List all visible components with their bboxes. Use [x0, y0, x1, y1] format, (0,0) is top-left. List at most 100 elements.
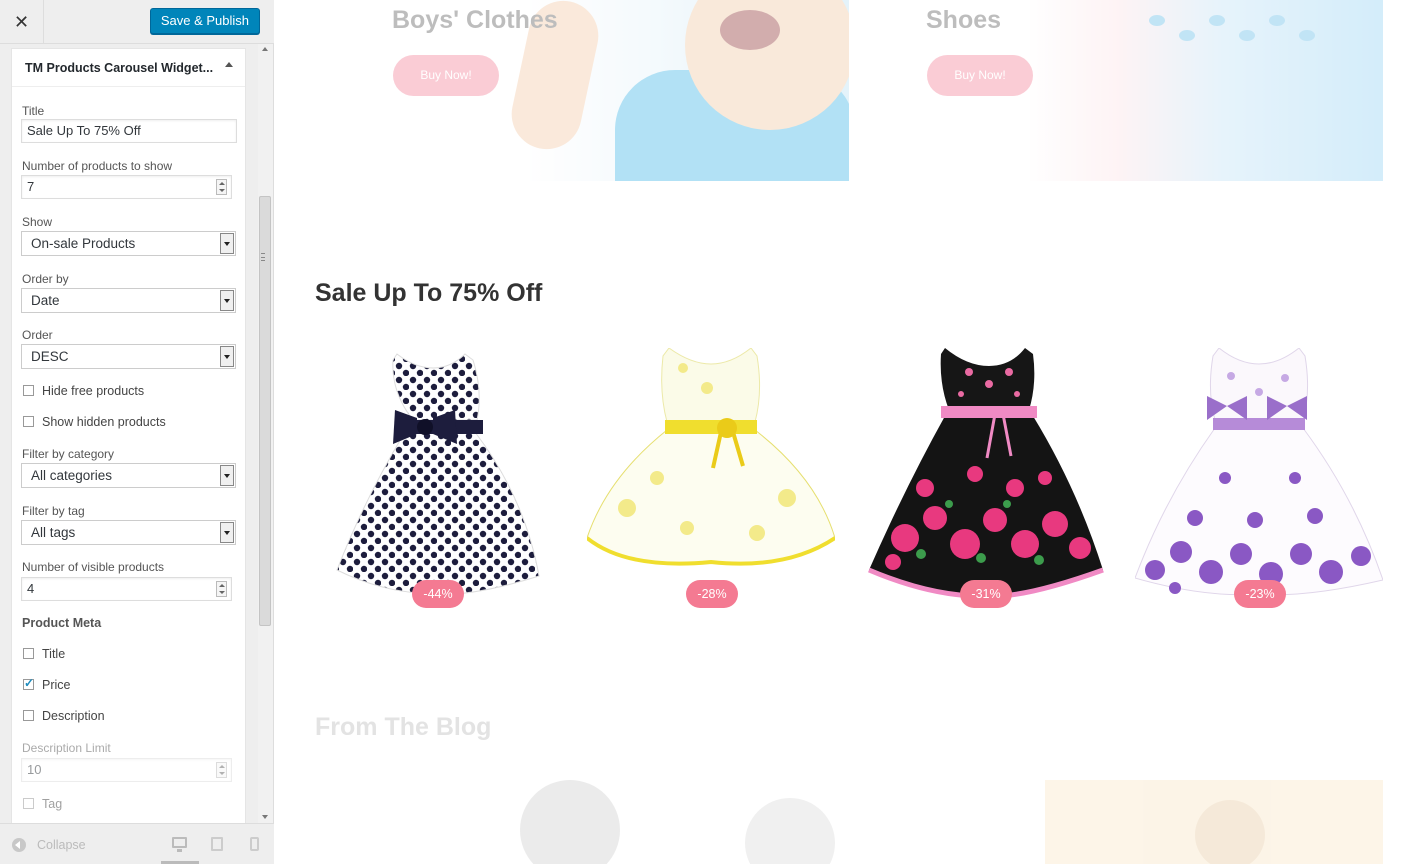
shoe-pattern: [1239, 30, 1255, 41]
show-select-value: On-sale Products: [31, 236, 136, 251]
product-card[interactable]: [325, 348, 573, 598]
site-preview: Boys' Clothes Buy Now! Shoes Buy Now! Sa…: [275, 0, 1419, 864]
orderby-select-value: Date: [31, 293, 60, 308]
product-image: [1134, 347, 1384, 596]
close-icon[interactable]: ✕: [0, 0, 44, 44]
filter-category-select[interactable]: All categories: [21, 463, 236, 488]
shoe-pattern: [1179, 30, 1195, 41]
product-image: [336, 353, 540, 595]
banner-boys-clothes[interactable]: Boys' Clothes Buy Now!: [315, 0, 849, 181]
banner-title: Boys' Clothes: [392, 6, 558, 34]
orderby-label: Order by: [22, 272, 69, 286]
blog-image: [745, 798, 835, 864]
blog-thumbnail[interactable]: [1045, 780, 1383, 864]
discount-badge: -44%: [412, 580, 464, 608]
widget-title: TM Products Carousel Widget...: [25, 61, 214, 75]
meta-description-label: Description: [42, 709, 105, 723]
show-label: Show: [22, 215, 53, 229]
spinner-icon[interactable]: [216, 581, 227, 597]
blog-image: [1195, 800, 1265, 864]
meta-tag-checkbox[interactable]: [23, 798, 34, 809]
meta-title-label: Title: [42, 647, 66, 661]
buy-now-button[interactable]: Buy Now!: [927, 55, 1033, 96]
customizer-sidebar: ✕ Save & Publish TM Products Carousel Wi…: [0, 0, 274, 864]
tablet-preview-icon[interactable]: [211, 837, 223, 851]
buy-now-button[interactable]: Buy Now!: [393, 55, 499, 96]
show-hidden-label: Show hidden products: [42, 415, 166, 429]
filter-tag-value: All tags: [31, 525, 76, 540]
num-visible-input[interactable]: 4: [21, 577, 232, 601]
section-title: From The Blog: [315, 713, 492, 741]
filter-tag-label: Filter by tag: [22, 504, 85, 518]
hide-free-label: Hide free products: [42, 384, 145, 398]
product-card[interactable]: [585, 347, 837, 598]
product-meta-heading: Product Meta: [22, 616, 102, 630]
meta-title-checkbox[interactable]: [23, 648, 34, 659]
num-products-input[interactable]: 7: [21, 175, 232, 199]
banner-shoes[interactable]: Shoes Buy Now!: [849, 0, 1383, 181]
discount-badge: -31%: [960, 580, 1012, 608]
description-limit-value: 10: [27, 762, 42, 777]
blog-thumbnail[interactable]: [680, 780, 1020, 864]
desktop-preview-icon[interactable]: [172, 837, 187, 852]
blog-image: [520, 780, 620, 864]
filter-category-label: Filter by category: [22, 447, 115, 461]
show-select[interactable]: On-sale Products: [21, 231, 236, 256]
meta-price-label: Price: [42, 678, 71, 692]
customizer-header: ✕ Save & Publish: [0, 0, 274, 44]
discount-badge: -28%: [686, 580, 738, 608]
widget-form: TM Products Carousel Widget... Title Sal…: [11, 48, 246, 823]
mobile-preview-icon[interactable]: [250, 837, 259, 851]
banner-title: Shoes: [926, 6, 1002, 34]
filter-tag-select[interactable]: All tags: [21, 520, 236, 545]
product-card[interactable]: [865, 348, 1113, 599]
shoe-pattern: [1299, 30, 1315, 41]
save-publish-button[interactable]: Save & Publish: [149, 8, 260, 34]
product-card[interactable]: [1134, 347, 1384, 598]
scroll-up-icon[interactable]: [258, 44, 273, 56]
title-label: Title: [22, 104, 45, 118]
meta-price-checkbox[interactable]: [23, 676, 34, 690]
chevron-down-icon[interactable]: [220, 290, 234, 311]
chevron-down-icon[interactable]: [220, 346, 234, 367]
collapse-label[interactable]: Collapse: [37, 838, 86, 852]
shoe-pattern: [1269, 15, 1285, 26]
spinner-icon[interactable]: [216, 762, 227, 778]
description-limit-label: Description Limit: [22, 741, 111, 755]
num-visible-value: 4: [27, 581, 35, 596]
spinner-icon[interactable]: [216, 179, 227, 195]
filter-category-value: All categories: [31, 468, 113, 483]
grip-icon: [261, 253, 265, 261]
collapse-arrow-icon[interactable]: [225, 62, 233, 67]
order-select[interactable]: DESC: [21, 344, 236, 369]
chevron-down-icon[interactable]: [220, 233, 234, 254]
banner-image: [720, 10, 780, 50]
banner-image: [1029, 0, 1383, 181]
sidebar-scrollbar[interactable]: [258, 44, 273, 823]
meta-tag-label: Tag: [42, 797, 63, 811]
blog-thumbnail[interactable]: [490, 780, 650, 864]
customizer-footer: Collapse: [0, 823, 274, 864]
collapse-icon[interactable]: [12, 838, 26, 852]
num-visible-label: Number of visible products: [22, 560, 165, 574]
order-label: Order: [22, 328, 53, 342]
widget-header[interactable]: TM Products Carousel Widget...: [12, 49, 245, 87]
orderby-select[interactable]: Date: [21, 288, 236, 313]
show-hidden-checkbox[interactable]: [23, 416, 34, 427]
description-limit-input[interactable]: 10: [21, 758, 232, 782]
shoe-pattern: [1149, 15, 1165, 26]
meta-description-checkbox[interactable]: [23, 710, 34, 721]
product-image: [868, 348, 1104, 599]
order-select-value: DESC: [31, 349, 69, 364]
discount-badge: -23%: [1234, 580, 1286, 608]
shoe-pattern: [1209, 15, 1225, 26]
hide-free-checkbox[interactable]: [23, 385, 34, 396]
product-image: [585, 347, 837, 566]
widget-panel: TM Products Carousel Widget... Title Sal…: [0, 44, 274, 823]
chevron-down-icon[interactable]: [220, 465, 234, 486]
num-products-label: Number of products to show: [22, 159, 173, 173]
title-input[interactable]: Sale Up To 75% Off: [21, 119, 237, 143]
num-products-value: 7: [27, 179, 35, 194]
chevron-down-icon[interactable]: [220, 522, 234, 543]
scroll-down-icon[interactable]: [258, 811, 273, 823]
